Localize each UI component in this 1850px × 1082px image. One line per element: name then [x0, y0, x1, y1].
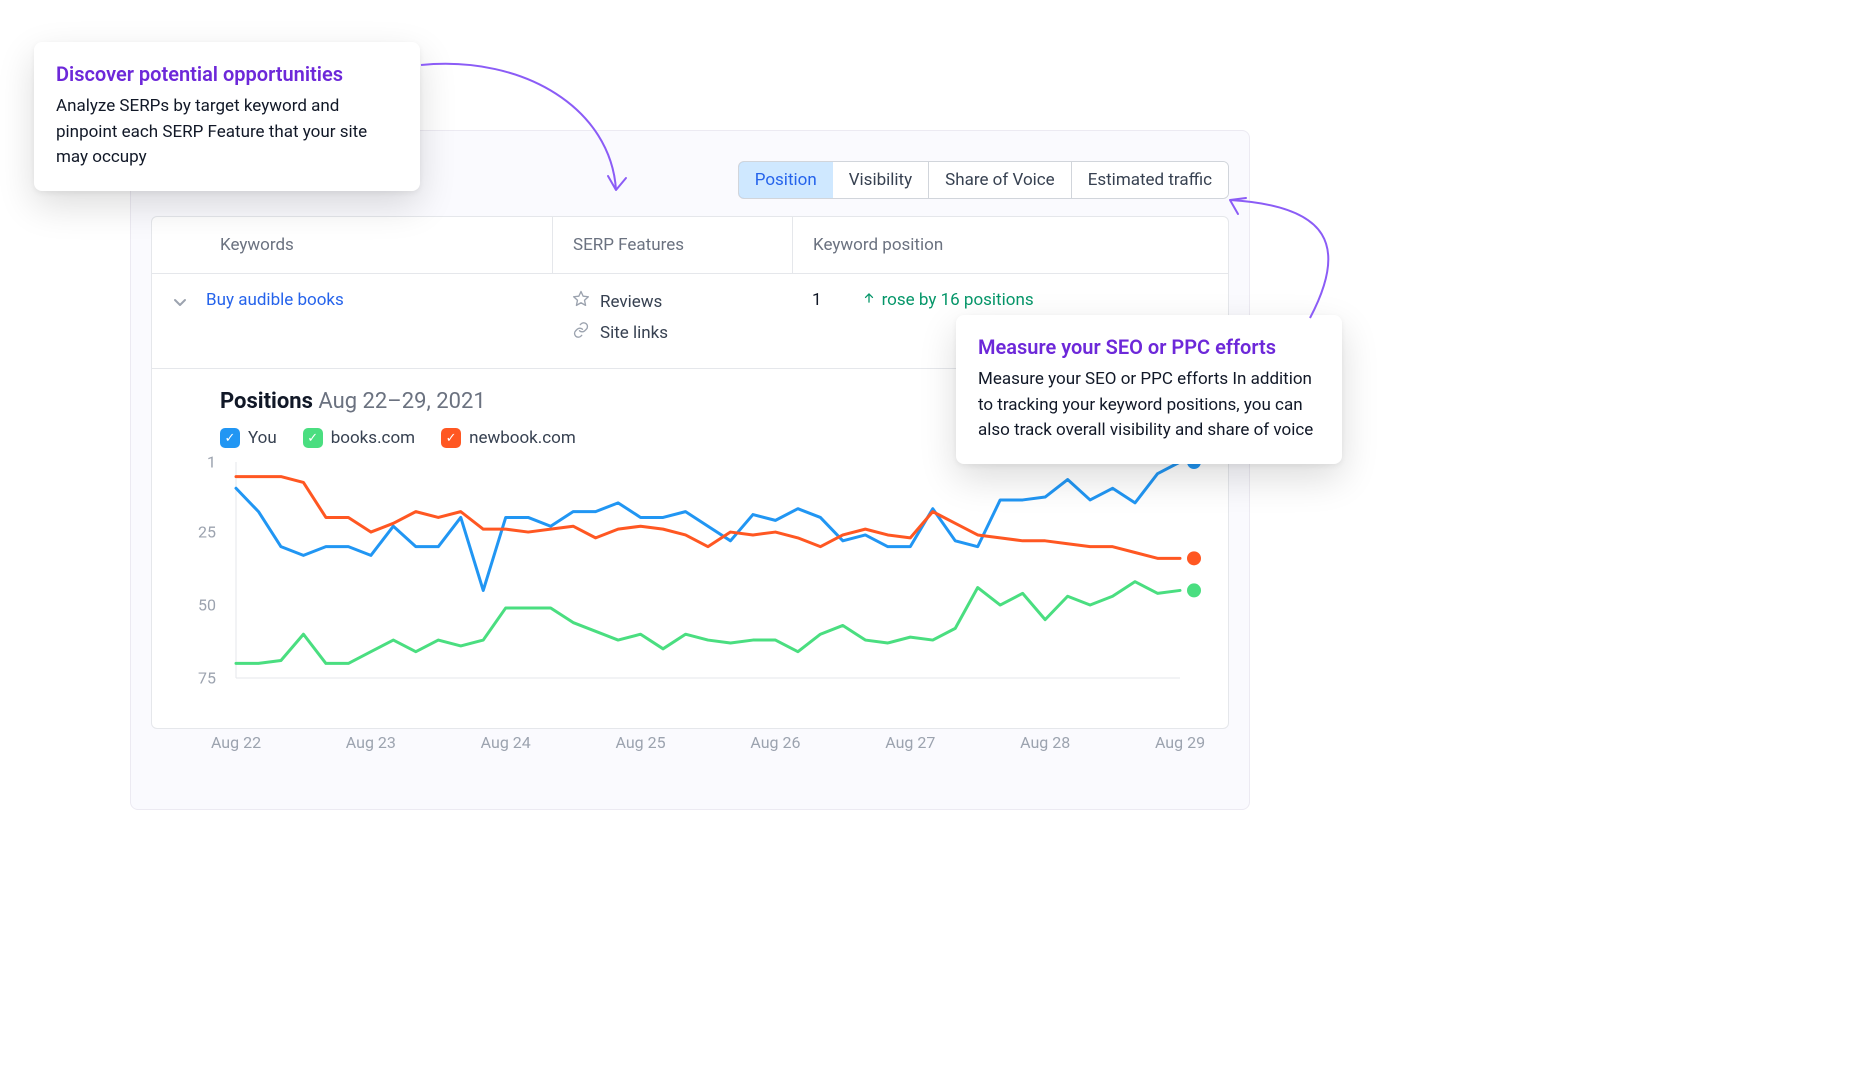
- serp-feature-reviews: Reviews: [572, 290, 772, 313]
- link-icon: [572, 321, 590, 344]
- tab-estimated-traffic[interactable]: Estimated traffic: [1072, 162, 1228, 198]
- metric-tabs: Position Visibility Share of Voice Estim…: [738, 161, 1229, 199]
- keyword-link[interactable]: Buy audible books: [206, 290, 344, 310]
- callout-title: Discover potential opportunities: [56, 62, 398, 86]
- serp-feature-label: Reviews: [600, 292, 662, 312]
- callout-title: Measure your SEO or PPC efforts: [978, 335, 1320, 359]
- legend-swatch-icon: ✓: [220, 428, 240, 448]
- analytics-panel: Position Visibility Share of Voice Estim…: [130, 130, 1250, 810]
- table-header: Keywords SERP Features Keyword position: [152, 217, 1228, 274]
- callout-measure-efforts: Measure your SEO or PPC efforts Measure …: [956, 315, 1342, 464]
- callout-body: Analyze SERPs by target keyword and pinp…: [56, 94, 398, 171]
- arrow-up-icon: [862, 290, 876, 310]
- positions-chart: 1255075Aug 22Aug 23Aug 24Aug 25Aug 26Aug…: [160, 458, 1220, 718]
- col-keywords: Keywords: [152, 217, 552, 273]
- serp-feature-label: Site links: [600, 323, 668, 343]
- tab-share-of-voice[interactable]: Share of Voice: [929, 162, 1072, 198]
- legend-item-books[interactable]: ✓ books.com: [303, 428, 415, 448]
- legend-swatch-icon: ✓: [441, 428, 461, 448]
- callout-discover-opportunities: Discover potential opportunities Analyze…: [34, 42, 420, 191]
- keywords-table: Keywords SERP Features Keyword position …: [151, 216, 1229, 729]
- annotation-arrow-icon: [1220, 196, 1360, 326]
- tab-visibility[interactable]: Visibility: [833, 162, 929, 198]
- callout-body: Measure your SEO or PPC efforts In addit…: [978, 367, 1320, 444]
- position-change: rose by 16 positions: [862, 290, 1034, 310]
- position-change-text: rose by 16 positions: [882, 290, 1034, 310]
- position-value: 1: [812, 290, 822, 310]
- legend-swatch-icon: ✓: [303, 428, 323, 448]
- tab-position[interactable]: Position: [738, 161, 834, 199]
- col-serp-features: SERP Features: [552, 217, 792, 273]
- annotation-arrow-icon: [416, 50, 646, 210]
- legend-item-newbook[interactable]: ✓ newbook.com: [441, 428, 576, 448]
- serp-feature-sitelinks: Site links: [572, 321, 772, 344]
- star-icon: [572, 290, 590, 313]
- chevron-down-icon[interactable]: [172, 294, 188, 315]
- col-keyword-position: Keyword position: [792, 217, 1228, 273]
- legend-item-you[interactable]: ✓ You: [220, 428, 277, 448]
